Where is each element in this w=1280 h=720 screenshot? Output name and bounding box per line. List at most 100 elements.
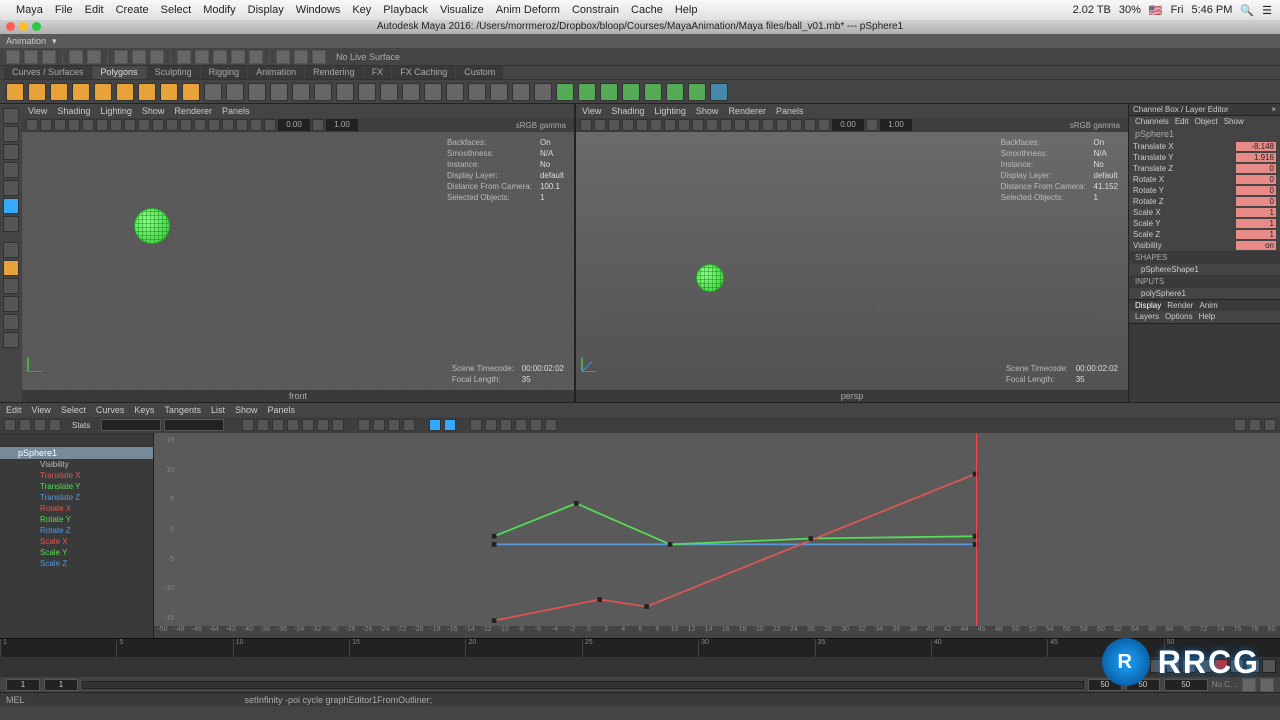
menu-modify[interactable]: Modify	[203, 4, 235, 16]
vp-menu-renderer[interactable]: Renderer	[174, 106, 212, 116]
stats-frame-field[interactable]	[101, 419, 161, 431]
shelf-tab-rendering[interactable]: Rendering	[305, 66, 363, 79]
auto-key-icon[interactable]	[1242, 678, 1256, 692]
vp-field-chart-icon[interactable]	[706, 119, 718, 131]
gamma-field[interactable]: 1.00	[880, 119, 912, 131]
frame-tick[interactable]: 10	[233, 639, 349, 657]
channel-scale-x[interactable]: Scale X	[0, 536, 153, 547]
layer-tabs[interactable]: DisplayRenderAnim	[1129, 299, 1280, 311]
viewport-toolbar[interactable]: 0.00 1.00 sRGB gamma	[576, 118, 1128, 132]
close-icon[interactable]	[6, 22, 15, 31]
denormalize-icon[interactable]	[530, 419, 542, 431]
attr-value[interactable]: on	[1236, 241, 1276, 250]
flat-tangent-icon[interactable]	[287, 419, 299, 431]
channel-scale-z[interactable]: Scale Z	[0, 558, 153, 569]
viewport-front[interactable]: ViewShadingLightingShowRendererPanels 0.…	[22, 104, 574, 402]
vp-resolution-gate-icon[interactable]	[678, 119, 690, 131]
go-end-icon[interactable]	[1262, 659, 1276, 673]
vp-safe-action-icon[interactable]	[166, 119, 178, 131]
channel-tabs[interactable]: ChannelsEditObjectShow	[1129, 116, 1280, 127]
key-back-icon[interactable]	[1182, 659, 1196, 673]
layout-two-stack-icon[interactable]	[3, 296, 19, 312]
bevel-icon[interactable]	[270, 83, 288, 101]
extract-icon[interactable]	[468, 83, 486, 101]
post-infinity-icon[interactable]	[444, 419, 456, 431]
redo-icon[interactable]	[87, 50, 101, 64]
graph-toolbar[interactable]: Stats	[0, 417, 1280, 433]
cb-tab-object[interactable]: Object	[1195, 117, 1218, 126]
vp-film-gate-icon[interactable]	[664, 119, 676, 131]
vp-grid-icon[interactable]	[650, 119, 662, 131]
shelf-tab-custom[interactable]: Custom	[456, 66, 503, 79]
menu-create[interactable]: Create	[116, 4, 149, 16]
menu-select[interactable]: Select	[161, 4, 192, 16]
poly-pyramid-icon[interactable]	[138, 83, 156, 101]
last-tool-icon[interactable]	[3, 216, 19, 232]
normalize-icon[interactable]	[515, 419, 527, 431]
channel-rotate-y[interactable]: Rotate Y	[0, 514, 153, 525]
lattice-icon[interactable]	[34, 419, 46, 431]
new-scene-icon[interactable]	[6, 50, 20, 64]
snap-point-icon[interactable]	[213, 50, 227, 64]
layout-two-side-icon[interactable]	[3, 278, 19, 294]
frame-ticks[interactable]: 15101520253035404550	[0, 639, 1280, 657]
graph-outliner[interactable]: pSphere1 VisibilityTranslate XTranslate …	[0, 433, 154, 638]
close-icon[interactable]: ×	[1271, 105, 1276, 114]
append-poly-icon[interactable]	[666, 83, 684, 101]
create-poly-icon[interactable]	[644, 83, 662, 101]
status-line[interactable]: Animation ▾	[0, 34, 1280, 48]
sculpt-icon[interactable]	[534, 83, 552, 101]
target-weld-icon[interactable]	[358, 83, 376, 101]
vp-menu-view[interactable]: View	[28, 106, 47, 116]
vp-bookmark-icon[interactable]	[54, 119, 66, 131]
break-tangent-icon[interactable]	[358, 419, 370, 431]
bridge-icon[interactable]	[292, 83, 310, 101]
pre-infinity-icon[interactable]	[429, 419, 441, 431]
vp-safe-title-icon[interactable]	[734, 119, 746, 131]
graph-menu-edit[interactable]: Edit	[6, 405, 22, 415]
object-name[interactable]: pSphere1	[1129, 127, 1280, 141]
buffer-curve-icon[interactable]	[470, 419, 482, 431]
vp-gamma-icon[interactable]	[312, 119, 324, 131]
layer-menu-help[interactable]: Help	[1199, 312, 1215, 321]
multicut-icon[interactable]	[336, 83, 354, 101]
graph-menu-list[interactable]: List	[211, 405, 225, 415]
shelf-tab-curves-surfaces[interactable]: Curves / Surfaces	[4, 66, 92, 79]
layer-tab-anim[interactable]: Anim	[1199, 301, 1217, 310]
cb-tab-channels[interactable]: Channels	[1135, 117, 1169, 126]
region-icon[interactable]	[49, 419, 61, 431]
layout-persp-icon[interactable]	[3, 314, 19, 330]
snap-curve-icon[interactable]	[195, 50, 209, 64]
layer-list[interactable]	[1129, 323, 1280, 402]
vp-image-plane-icon[interactable]	[68, 119, 80, 131]
viewport-menus[interactable]: ViewShadingLightingShowRendererPanels	[576, 104, 1128, 118]
vp-resolution-gate-icon[interactable]	[124, 119, 136, 131]
merge-icon[interactable]	[424, 83, 442, 101]
layer-tab-render[interactable]: Render	[1167, 301, 1193, 310]
boolean-intersect-icon[interactable]	[600, 83, 618, 101]
attr-row[interactable]: Translate Z0	[1129, 163, 1280, 174]
script-lang[interactable]: MEL	[6, 695, 25, 705]
shelf-tab-fx-caching[interactable]: FX Caching	[392, 66, 455, 79]
vp-textured-icon[interactable]	[222, 119, 234, 131]
stats-value-field[interactable]	[164, 419, 224, 431]
exposure-field[interactable]: 0.00	[832, 119, 864, 131]
time-cursor[interactable]	[976, 433, 977, 626]
vp-menu-shading[interactable]: Shading	[57, 106, 90, 116]
frame-tick[interactable]: 1	[0, 639, 116, 657]
layout-outliner-icon[interactable]	[3, 332, 19, 348]
channel-box[interactable]: Channel Box / Layer Editor× ChannelsEdit…	[1128, 104, 1280, 402]
vp-field-chart-icon[interactable]	[152, 119, 164, 131]
frame-tick[interactable]: 5	[116, 639, 232, 657]
vp-2d-pan-icon[interactable]	[82, 119, 94, 131]
vp-bookmark-icon[interactable]	[608, 119, 620, 131]
vp-safe-title-icon[interactable]	[180, 119, 192, 131]
stack-icon[interactable]	[545, 419, 557, 431]
layout-single-icon[interactable]	[3, 242, 19, 258]
shelf-tab-fx[interactable]: FX	[364, 66, 392, 79]
time-slider[interactable]: 15101520253035404550	[0, 638, 1280, 676]
vp-menu-renderer[interactable]: Renderer	[728, 106, 766, 116]
save-scene-icon[interactable]	[42, 50, 56, 64]
poly-helix-icon[interactable]	[182, 83, 200, 101]
playback-controls[interactable]	[1150, 657, 1276, 673]
